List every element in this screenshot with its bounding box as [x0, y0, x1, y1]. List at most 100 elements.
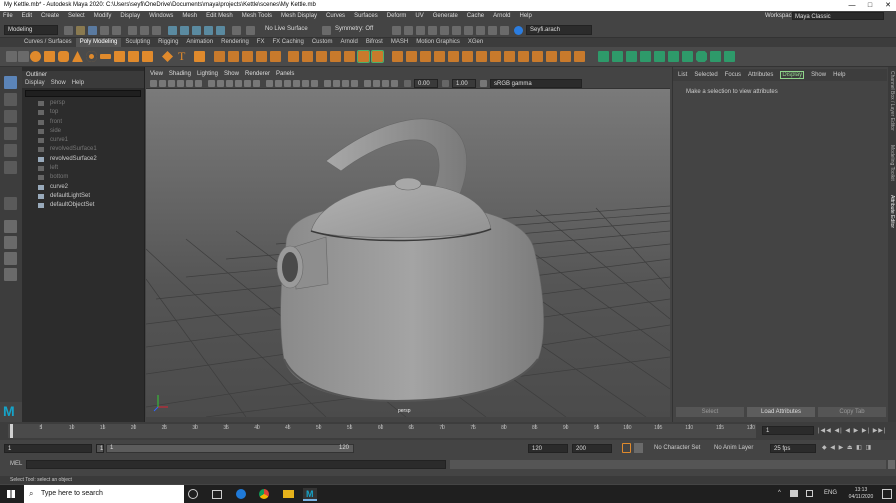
- shelf-tab-sculpting[interactable]: Sculpting: [121, 38, 154, 47]
- taskbar-search-box[interactable]: ⌕ Type here to search: [24, 485, 184, 503]
- outliner-menu-display[interactable]: Display: [25, 80, 45, 86]
- shelf-tab-fx[interactable]: FX: [253, 38, 269, 47]
- side-tab-channel-box[interactable]: Channel Box / Layer Editor: [888, 71, 896, 141]
- layout-uv-icon[interactable]: [682, 51, 693, 62]
- cut-uv-icon[interactable]: [696, 51, 707, 62]
- grid-toggle-icon[interactable]: [208, 80, 215, 87]
- account-dropdown[interactable]: Seyfi.arach: [526, 25, 592, 35]
- ae-menu-attributes[interactable]: Attributes: [748, 72, 773, 78]
- merge-icon[interactable]: [504, 51, 515, 62]
- isolate-select-icon[interactable]: [364, 80, 371, 87]
- slide-edge-icon[interactable]: [448, 51, 459, 62]
- shelf-tab-fx-caching[interactable]: FX Caching: [268, 38, 307, 47]
- menu-curves[interactable]: Curves: [323, 13, 345, 19]
- animation-end-field[interactable]: 200: [572, 444, 612, 453]
- shadows-icon[interactable]: [311, 80, 318, 87]
- render-view-icon[interactable]: [440, 26, 449, 35]
- action-center-icon[interactable]: [882, 489, 892, 499]
- shelf-settings-icon[interactable]: [6, 51, 17, 62]
- viewport-menu-renderer[interactable]: Renderer: [245, 71, 270, 77]
- insert-edge-loop-icon[interactable]: [406, 51, 417, 62]
- menu-mesh-tools[interactable]: Mesh Tools: [239, 13, 272, 19]
- textured-icon[interactable]: [293, 80, 300, 87]
- mode-dropdown[interactable]: Modeling: [4, 25, 58, 35]
- ae-menu-help[interactable]: Help: [833, 72, 845, 78]
- menu-select[interactable]: Select: [65, 13, 85, 19]
- film-gate-icon[interactable]: [217, 80, 224, 87]
- target-weld-icon[interactable]: [371, 50, 384, 63]
- grease-pencil-icon[interactable]: [195, 80, 202, 87]
- quad-draw-icon[interactable]: [434, 51, 445, 62]
- append-polygon-icon[interactable]: [344, 51, 355, 62]
- input-language[interactable]: ENG: [824, 490, 837, 496]
- ae-menu-display[interactable]: Display: [780, 71, 805, 79]
- lasso-tool-icon[interactable]: [4, 93, 17, 106]
- anim-layer-label[interactable]: No Anim Layer: [714, 444, 753, 453]
- poly-sphere-icon[interactable]: [30, 51, 41, 62]
- tray-chevron-icon[interactable]: ^: [778, 490, 781, 496]
- menu-arnold[interactable]: Arnold: [490, 13, 510, 19]
- fps-dropdown[interactable]: 25 fps: [770, 444, 816, 453]
- spherical-uv-icon[interactable]: [640, 51, 651, 62]
- menu-modify[interactable]: Modify: [91, 13, 112, 19]
- menu-windows[interactable]: Windows: [146, 13, 173, 19]
- menu-edit[interactable]: Edit: [19, 13, 32, 19]
- symmetry-icon[interactable]: [322, 26, 331, 35]
- camera-uv-icon[interactable]: [654, 51, 665, 62]
- perspective-viewport[interactable]: persp: [146, 89, 670, 417]
- sew-uv-icon[interactable]: [710, 51, 721, 62]
- wireframe-icon[interactable]: [266, 80, 273, 87]
- 2d-pan-zoom-icon[interactable]: [186, 80, 193, 87]
- render-current-icon[interactable]: [392, 26, 401, 35]
- shelf-tab-animation[interactable]: Animation: [182, 38, 217, 47]
- select-hierarchy-icon[interactable]: [128, 26, 137, 35]
- wireframe-on-shaded-icon[interactable]: [284, 80, 291, 87]
- outliner-item[interactable]: side: [22, 127, 144, 136]
- shelf-tab-xgen[interactable]: XGen: [464, 38, 487, 47]
- symmetry-dropdown[interactable]: Symmetry: Off: [332, 25, 384, 35]
- crease-icon[interactable]: [546, 51, 557, 62]
- save-scene-icon[interactable]: [88, 26, 97, 35]
- menu-surfaces[interactable]: Surfaces: [351, 13, 378, 19]
- camera-select-icon[interactable]: [150, 80, 157, 87]
- gamma-field[interactable]: 1.00: [452, 79, 476, 88]
- outliner-item[interactable]: front: [22, 118, 144, 127]
- move-tool-icon[interactable]: [4, 127, 17, 140]
- type-tool-icon[interactable]: T: [178, 50, 189, 62]
- reduce-icon[interactable]: [560, 51, 571, 62]
- chrome-browser-icon[interactable]: [259, 489, 269, 499]
- shelf-menu-icon[interactable]: [18, 51, 29, 62]
- outliner-item[interactable]: persp: [22, 99, 144, 108]
- shelf-tab-poly-modeling[interactable]: Poly Modeling: [75, 38, 122, 47]
- workspace-dropdown[interactable]: Maya Classic: [792, 12, 884, 20]
- smooth-shade-icon[interactable]: [275, 80, 282, 87]
- command-input[interactable]: [26, 460, 446, 469]
- safe-action-icon[interactable]: [253, 80, 260, 87]
- extrude-icon[interactable]: [288, 51, 299, 62]
- ae-select-button[interactable]: Select: [676, 407, 744, 417]
- persp-outliner-layout-icon[interactable]: [4, 252, 17, 265]
- menu-cache[interactable]: Cache: [464, 13, 484, 19]
- volume-icon[interactable]: [806, 490, 813, 497]
- collapse-icon[interactable]: [490, 51, 501, 62]
- time-slider[interactable]: 5 10 15 20 25 30 35 40 45 50 55 60 65 70 75 80 85 90 95 100…: [0, 422, 896, 440]
- edge-browser-icon[interactable]: [236, 489, 246, 499]
- planar-uv-icon[interactable]: [598, 51, 609, 62]
- bevel-icon[interactable]: [316, 51, 327, 62]
- open-scene-icon[interactable]: [76, 26, 85, 35]
- image-plane-icon[interactable]: [177, 80, 184, 87]
- menu-file[interactable]: File: [0, 13, 13, 19]
- camera-attributes-icon[interactable]: [159, 80, 166, 87]
- bridge-icon[interactable]: [302, 51, 313, 62]
- current-frame-field[interactable]: 1: [762, 426, 814, 435]
- select-component-icon[interactable]: [152, 26, 161, 35]
- exposure-field[interactable]: 0.00: [414, 79, 438, 88]
- shelf-tab-custom[interactable]: Custom: [308, 38, 337, 47]
- field-chart-icon[interactable]: [244, 80, 251, 87]
- live-surface-icon[interactable]: [246, 26, 255, 35]
- light-editor-icon[interactable]: [464, 26, 473, 35]
- playback-end-field[interactable]: 120: [528, 444, 568, 453]
- arnold-render-icon[interactable]: [452, 26, 461, 35]
- menu-display[interactable]: Display: [117, 13, 140, 19]
- redo-icon[interactable]: [112, 26, 121, 35]
